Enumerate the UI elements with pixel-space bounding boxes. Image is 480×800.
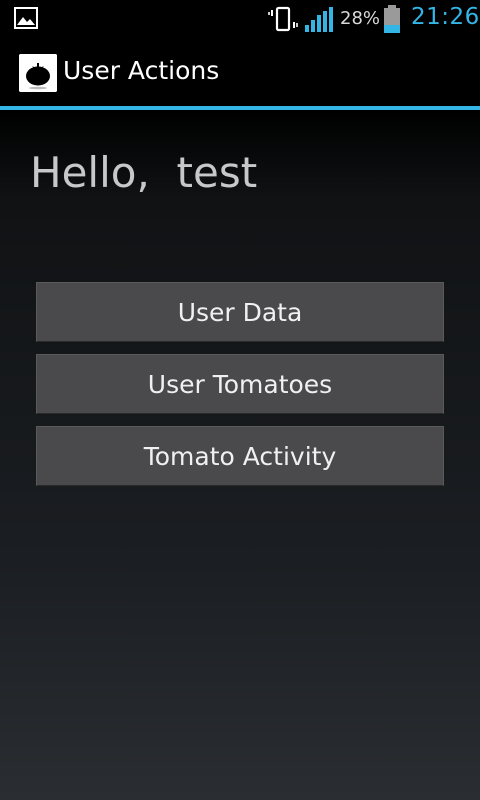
image-notification-icon xyxy=(14,7,38,29)
tomato-icon[interactable] xyxy=(19,54,57,92)
user-data-button[interactable]: User Data xyxy=(36,282,444,342)
greeting-text: Hello, test xyxy=(30,148,258,197)
status-icons: 28% 21:26 xyxy=(260,0,480,38)
battery-icon xyxy=(384,5,400,33)
user-tomatoes-button[interactable]: User Tomatoes xyxy=(36,354,444,414)
status-bar: 28% 21:26 xyxy=(0,0,480,38)
action-bar: User Actions xyxy=(0,38,480,110)
vibrate-icon xyxy=(268,6,298,32)
screen: 28% 21:26 User Actions Hello, test User … xyxy=(0,0,480,800)
signal-icon xyxy=(305,7,333,32)
tomato-activity-button[interactable]: Tomato Activity xyxy=(36,426,444,486)
app-title: User Actions xyxy=(63,56,220,85)
battery-percent: 28% xyxy=(340,8,381,29)
clock: 21:26 xyxy=(411,4,480,30)
